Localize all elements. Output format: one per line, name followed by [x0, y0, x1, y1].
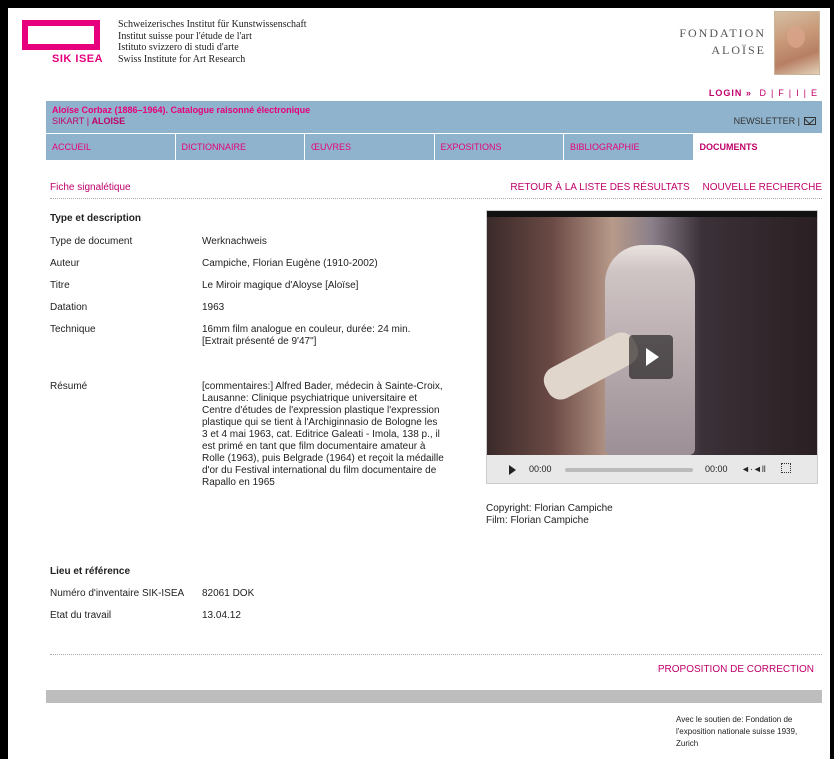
- copyright-line: Copyright: Florian Campiche: [486, 503, 613, 514]
- detail-label: Auteur: [50, 258, 80, 269]
- mail-icon: [804, 117, 816, 125]
- lang-f[interactable]: F: [778, 88, 785, 98]
- breadcrumb-aloise[interactable]: ALOISE: [92, 116, 126, 126]
- detail-label: Résumé: [50, 381, 88, 392]
- nav-bibliographie[interactable]: BIBLIOGRAPHIE: [563, 134, 693, 160]
- correction-link[interactable]: PROPOSITION DE CORRECTION: [658, 664, 814, 675]
- section-title-lieu: Lieu et référence: [50, 566, 131, 577]
- nav-oeuvres[interactable]: ŒUVRES: [304, 134, 434, 160]
- subheader-line: Fiche signalétique RETOUR À LA LISTE DES…: [50, 182, 822, 199]
- fondation-line1: FONDATION: [679, 26, 766, 40]
- ref-label: Etat du travail: [50, 610, 112, 621]
- newsletter-label: NEWSLETTER |: [733, 116, 800, 126]
- institute-line-de: Schweizerisches Institut für Kunstwissen…: [118, 19, 307, 30]
- lang-sep: |: [770, 88, 775, 98]
- detail-value: 16mm film analogue en couleur, durée: 24…: [202, 324, 411, 347]
- lang-sep: |: [803, 88, 807, 98]
- video-credits: Copyright: Florian Campiche Film: Floria…: [486, 503, 613, 527]
- newsletter-link[interactable]: NEWSLETTER |: [734, 116, 816, 126]
- institute-line-it: Istituto svizzero di studi d'arte: [118, 42, 239, 53]
- nav-documents[interactable]: DOCUMENTS: [692, 134, 822, 160]
- support-text: Avec le soutien de: Fondation de l'expos…: [676, 715, 798, 748]
- breadcrumb-sep: |: [86, 116, 90, 126]
- sik-isea-logo[interactable]: [22, 20, 100, 50]
- lang-i[interactable]: I: [796, 88, 800, 98]
- nav-expositions[interactable]: EXPOSITIONS: [433, 134, 564, 160]
- login-link[interactable]: LOGIN »: [709, 88, 752, 98]
- ref-label: Numéro d'inventaire SIK-ISEA: [50, 588, 185, 599]
- aloise-portrait-image: [774, 11, 820, 75]
- detail-value: Le Miroir magique d'Aloyse [Aloïse]: [202, 280, 359, 291]
- result-actions: RETOUR À LA LISTE DES RÉSULTATS NOUVELLE…: [500, 182, 822, 193]
- video-player[interactable]: 00:00 00:00 ◄·◄ll: [486, 210, 818, 484]
- catalog-banner: Aloïse Corbaz (1886–1964). Catalogue rai…: [46, 101, 822, 133]
- fullscreen-icon[interactable]: [781, 463, 791, 473]
- detail-label: Datation: [50, 302, 88, 313]
- breadcrumb: SIKART | ALOISE: [52, 116, 125, 126]
- section-title-type: Type et description: [50, 213, 141, 224]
- footer-bar: [46, 690, 822, 703]
- back-to-results-link[interactable]: RETOUR À LA LISTE DES RÉSULTATS: [510, 182, 689, 193]
- play-overlay-icon[interactable]: [629, 335, 673, 379]
- nav-dictionnaire[interactable]: DICTIONNAIRE: [174, 134, 305, 160]
- logo-text: SIK ISEA: [52, 53, 104, 65]
- page: SIK ISEA Schweizerisches Institut für Ku…: [8, 8, 830, 759]
- lang-e[interactable]: E: [811, 88, 818, 98]
- total-time: 00:00: [705, 464, 728, 474]
- volume-icon[interactable]: ◄·◄ll: [741, 464, 766, 474]
- detail-value: [commentaires:] Alfred Bader, médecin à …: [202, 381, 444, 488]
- detail-label: Type de document: [50, 236, 133, 247]
- divider: [50, 654, 822, 655]
- ref-value: 13.04.12: [202, 610, 241, 621]
- catalog-title[interactable]: Aloïse Corbaz (1886–1964). Catalogue rai…: [52, 105, 310, 115]
- breadcrumb-sikart[interactable]: SIKART: [52, 116, 84, 126]
- progress-bar[interactable]: [565, 468, 693, 472]
- lang-sep: |: [788, 88, 793, 98]
- nav-accueil[interactable]: ACCUEIL: [46, 134, 175, 160]
- lang-d[interactable]: D: [759, 88, 767, 98]
- fiche-signaletique-label: Fiche signalétique: [50, 182, 131, 193]
- detail-value: Werknachweis: [202, 236, 267, 247]
- fondation-title: FONDATION ALOÏSE: [679, 25, 766, 59]
- video-controls: 00:00 00:00 ◄·◄ll: [487, 455, 817, 483]
- main-nav: ACCUEIL DICTIONNAIRE ŒUVRES EXPOSITIONS …: [46, 134, 822, 160]
- fondation-line2: ALOÏSE: [711, 43, 766, 57]
- ref-value: 82061 DOK: [202, 588, 255, 599]
- new-search-link[interactable]: NOUVELLE RECHERCHE: [703, 182, 822, 193]
- detail-value: 1963: [202, 302, 225, 313]
- institute-name: Schweizerisches Institut für Kunstwissen…: [118, 19, 307, 65]
- language-bar: LOGIN » D | F | I | E: [705, 88, 818, 98]
- detail-label: Titre: [50, 280, 70, 291]
- film-line: Film: Florian Campiche: [486, 515, 589, 526]
- detail-value[interactable]: Campiche, Florian Eugène (1910-2002): [202, 258, 448, 270]
- current-time: 00:00: [529, 464, 552, 474]
- play-icon[interactable]: [509, 465, 516, 475]
- institute-line-en: Swiss Institute for Art Research: [118, 53, 246, 65]
- detail-label: Technique: [50, 324, 96, 335]
- institute-line-fr: Institut suisse pour l'étude de l'art: [118, 30, 252, 42]
